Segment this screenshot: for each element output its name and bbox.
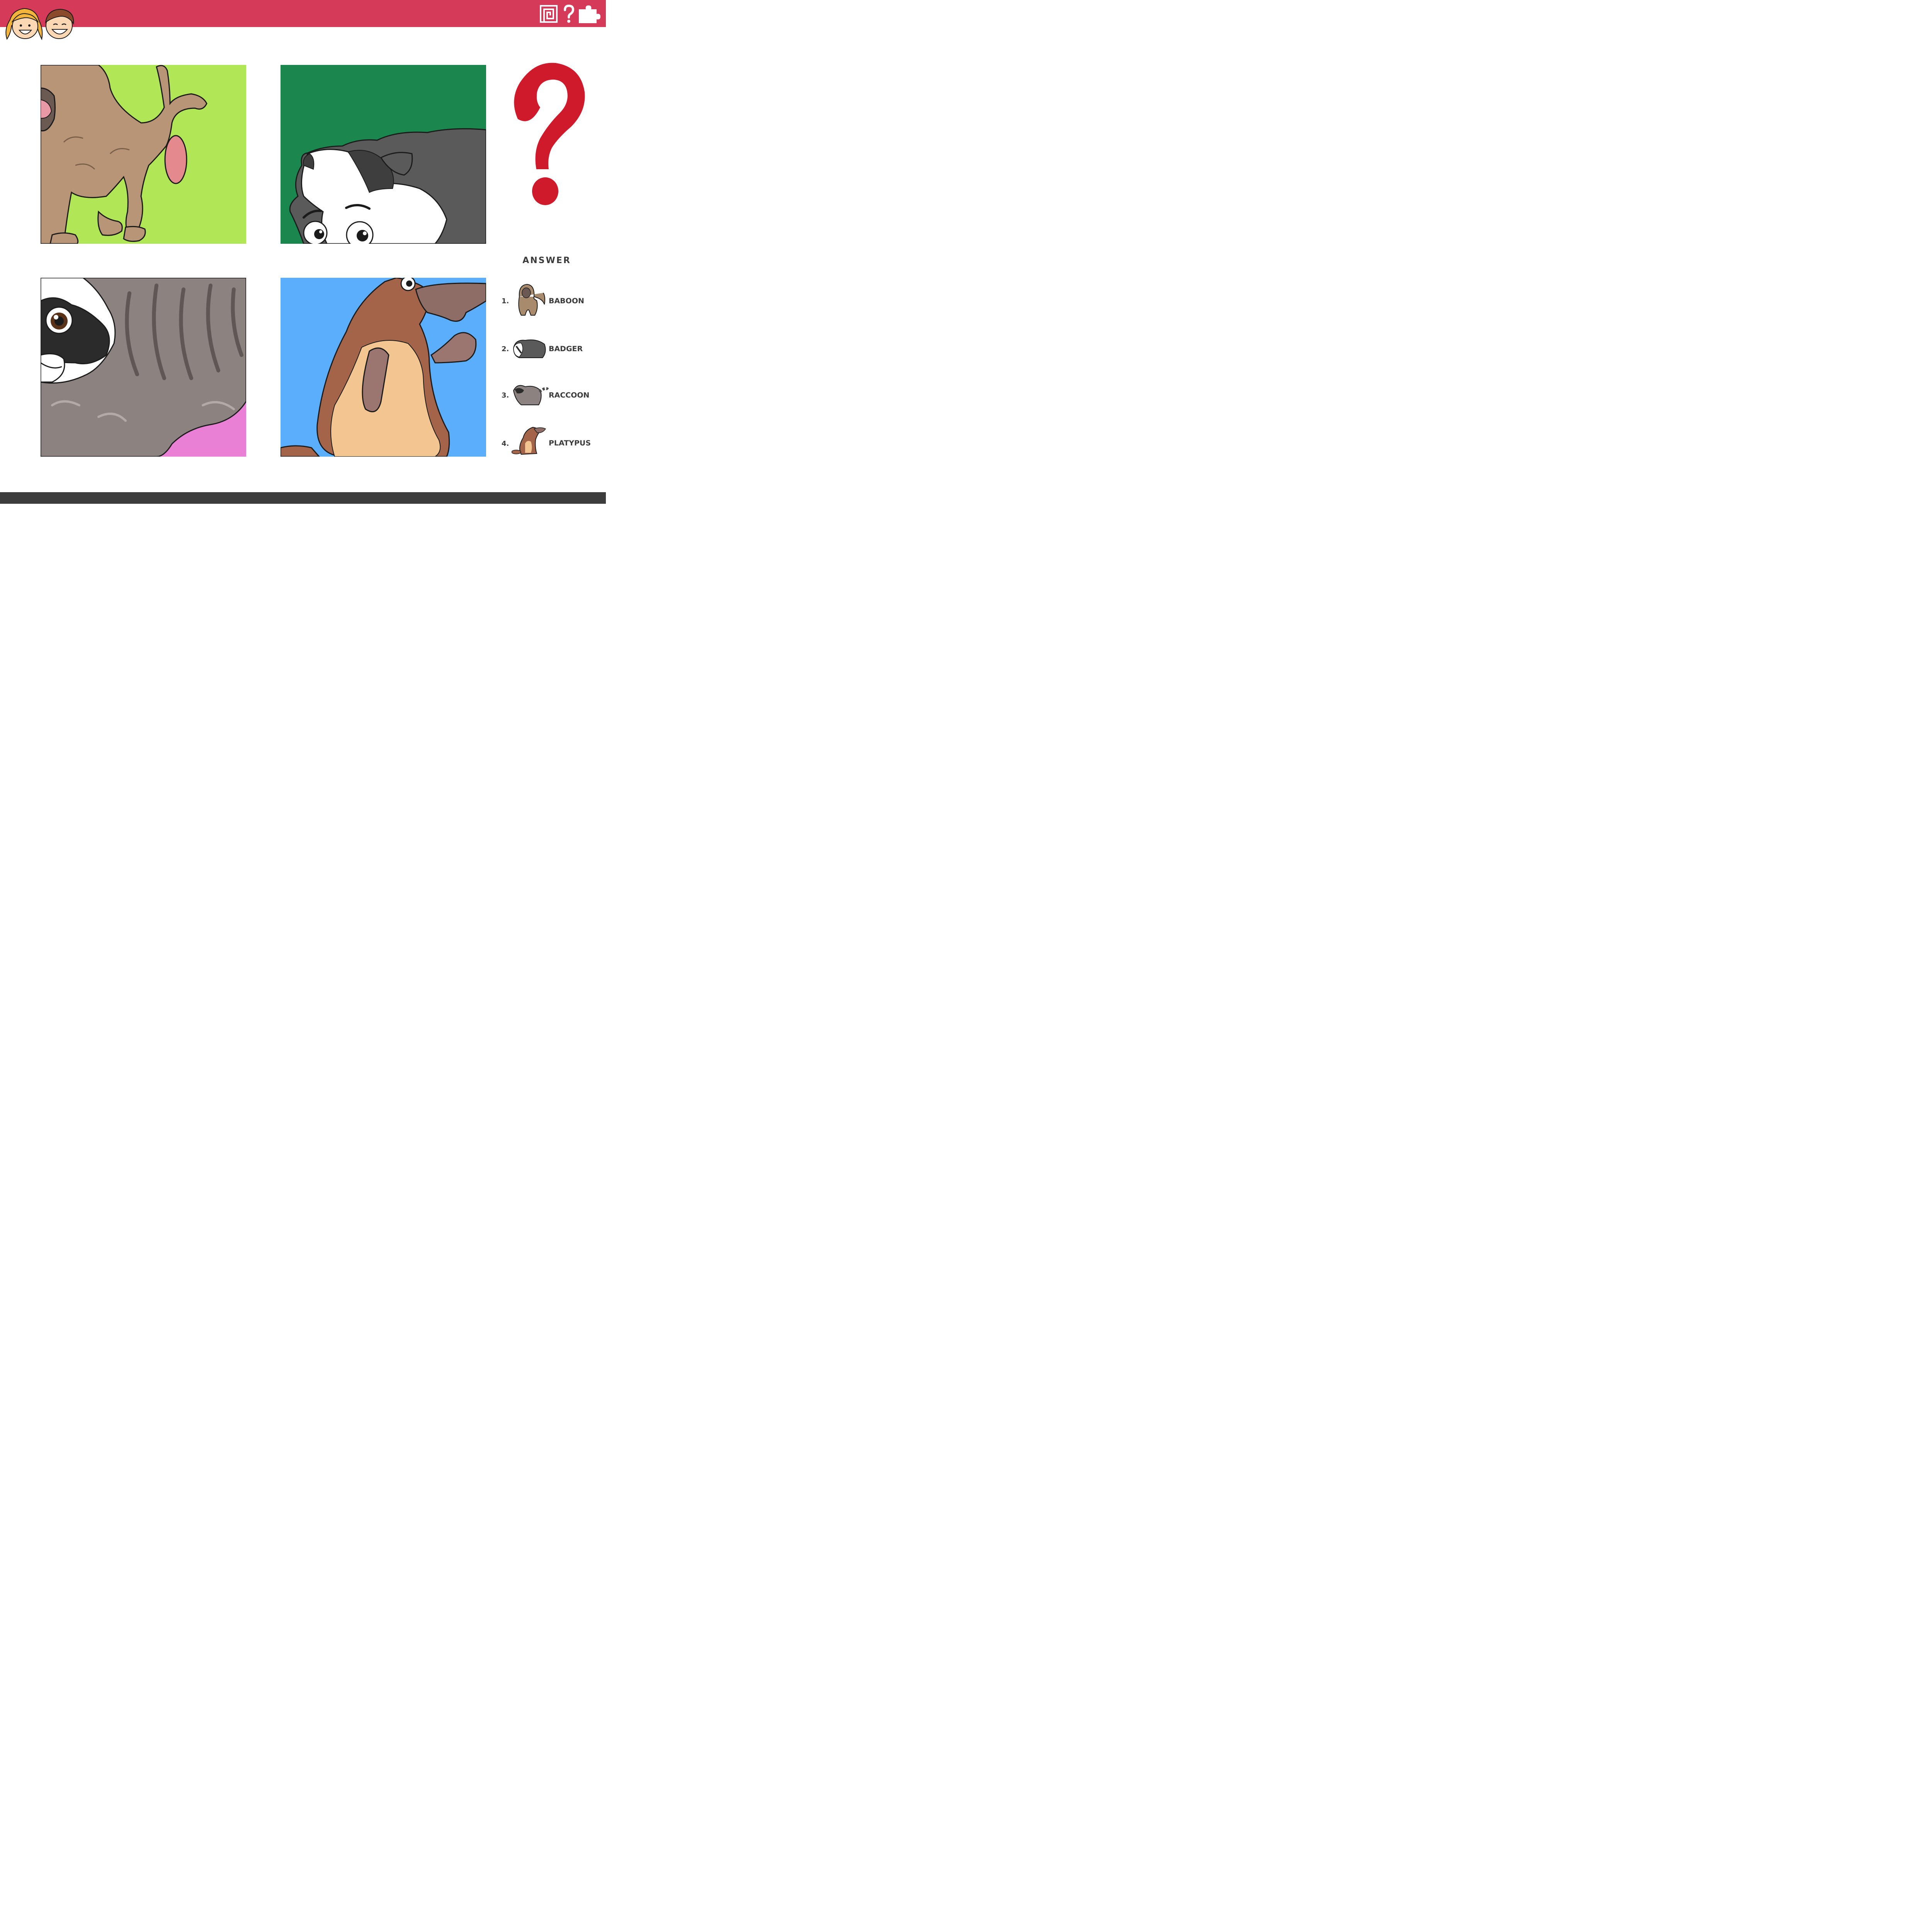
raccoon-thumbnail-icon (513, 385, 549, 405)
answer-title: ANSWER (522, 256, 571, 265)
answer-label: PLATYPUS (549, 439, 591, 447)
panel-platypus[interactable] (281, 278, 486, 457)
answer-number: 3. (502, 391, 509, 399)
panel-baboon[interactable] (41, 65, 246, 244)
answer-label: RACCOON (549, 391, 590, 399)
raccoon-closeup-illustration (41, 278, 246, 457)
kids-logo-icon (5, 8, 74, 41)
answer-label: BABOON (549, 297, 584, 305)
baboon-closeup-illustration (41, 65, 207, 244)
answer-number: 1. (502, 297, 509, 305)
header-bar (0, 0, 606, 27)
answer-number: 2. (502, 345, 509, 353)
question-mark-icon (514, 63, 585, 205)
answer-label: BADGER (549, 345, 583, 353)
footer-bar (0, 492, 606, 504)
panel-badger[interactable] (281, 65, 486, 244)
answer-item-baboon: 1. BABOON (502, 281, 598, 320)
panel-raccoon[interactable] (41, 278, 246, 457)
badger-closeup-illustration (289, 128, 486, 244)
answer-item-platypus: 4. PLATYPUS (502, 424, 598, 463)
platypus-thumbnail-icon (512, 427, 546, 455)
answer-number: 4. (502, 440, 509, 448)
question-icon[interactable] (563, 5, 575, 23)
puzzle-icon[interactable] (578, 5, 602, 24)
platypus-closeup-illustration (281, 278, 486, 457)
baboon-thumbnail-icon (518, 284, 545, 316)
answer-item-badger: 2. BADGER (502, 331, 598, 369)
answer-item-raccoon: 3. RACCOON (502, 377, 598, 416)
maze-icon[interactable] (539, 5, 558, 23)
badger-thumbnail-icon (513, 339, 546, 358)
